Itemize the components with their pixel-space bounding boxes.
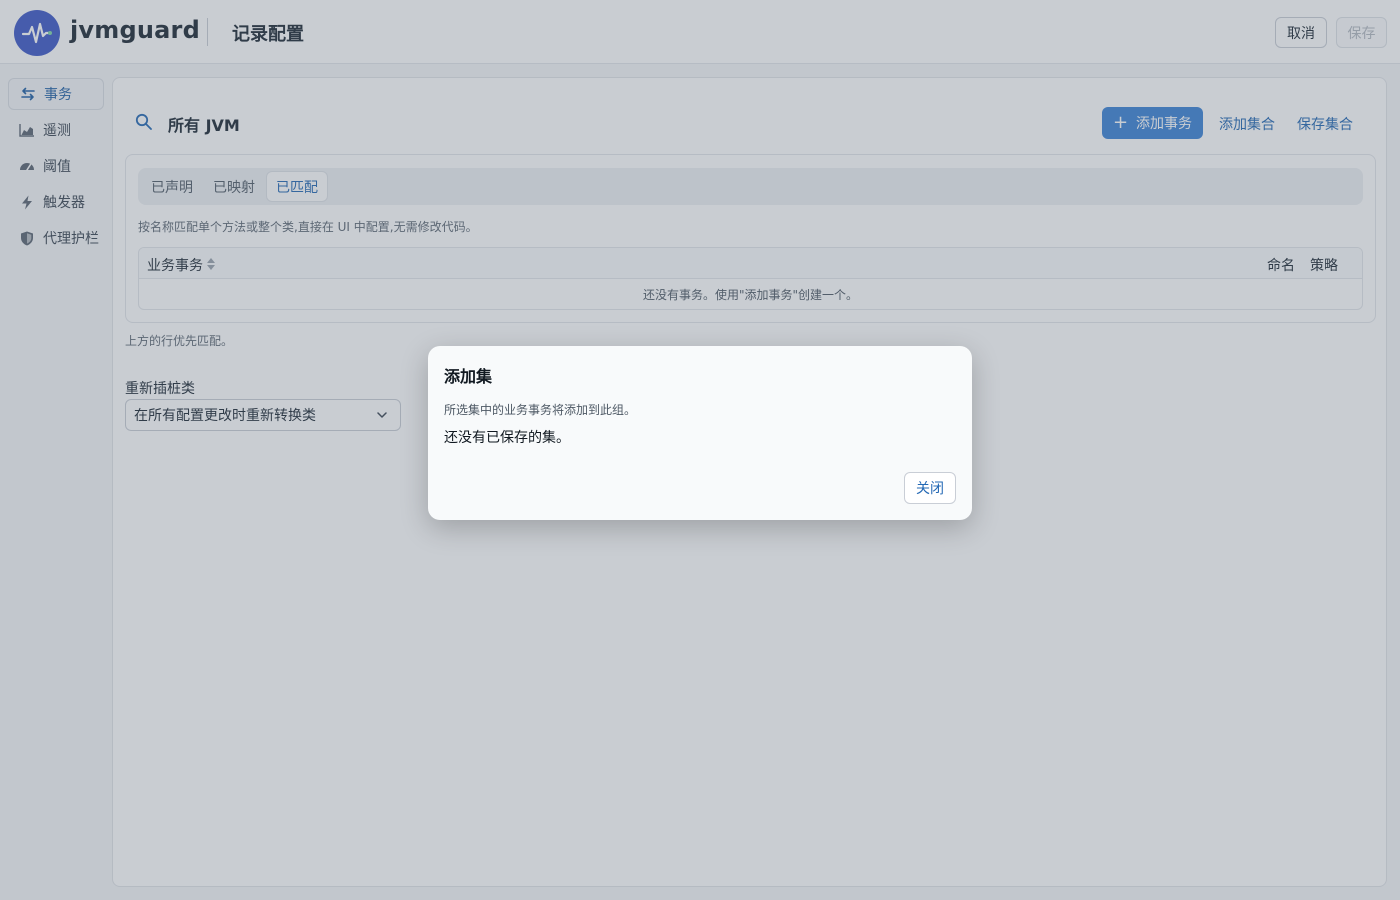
app-root: jvmguard 记录配置 取消 保存 事务 遥测 阈值 触发器 代理护栏 所有… <box>0 0 1400 900</box>
dialog-empty-message: 还没有已保存的集。 <box>444 430 570 446</box>
close-button[interactable]: 关闭 <box>904 472 956 504</box>
dialog-description: 所选集中的业务事务将添加到此组。 <box>444 403 637 417</box>
add-set-dialog: 添加集 所选集中的业务事务将添加到此组。 还没有已保存的集。 关闭 <box>428 346 972 520</box>
dialog-title: 添加集 <box>444 367 493 386</box>
